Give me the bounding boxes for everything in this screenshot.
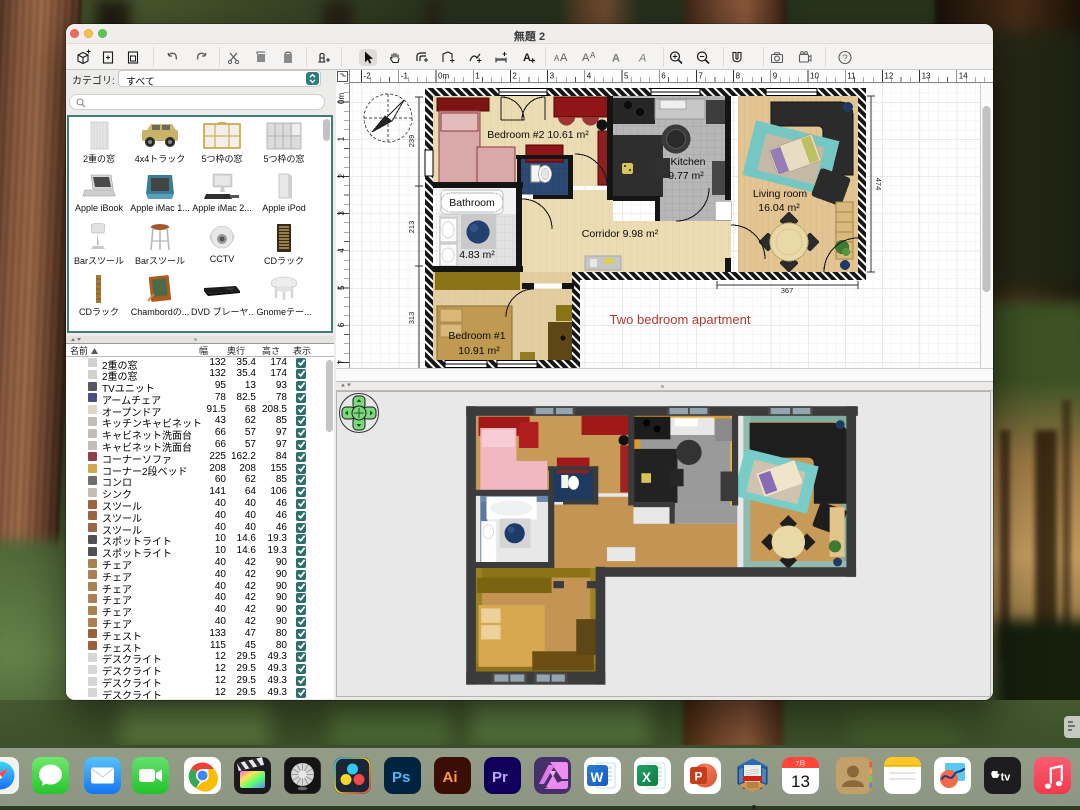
- svg-text:16.04 m²: 16.04 m²: [758, 202, 800, 214]
- svg-text:7: 7: [698, 72, 703, 81]
- svg-text:6: 6: [661, 72, 666, 81]
- svg-text:1: 1: [337, 136, 346, 141]
- svg-text:9: 9: [773, 72, 778, 81]
- svg-text:A: A: [612, 53, 620, 65]
- svg-text:10: 10: [810, 72, 819, 81]
- svg-text:6: 6: [337, 322, 346, 327]
- svg-text:313: 313: [407, 312, 416, 325]
- svg-text:13: 13: [922, 72, 931, 81]
- svg-text:W: W: [591, 770, 604, 785]
- svg-text:Kitchen: Kitchen: [670, 156, 705, 168]
- svg-text:Ps: Ps: [392, 769, 410, 786]
- svg-text:1: 1: [475, 72, 480, 81]
- svg-text:A: A: [560, 52, 568, 64]
- svg-text:A: A: [638, 53, 646, 65]
- svg-text:?: ?: [843, 53, 848, 63]
- svg-text:X: X: [642, 770, 651, 785]
- svg-text:7: 7: [337, 359, 346, 364]
- svg-text:-1: -1: [401, 72, 409, 81]
- svg-text:tv: tv: [1001, 772, 1012, 784]
- svg-text:0m: 0m: [337, 93, 346, 104]
- svg-text:A: A: [582, 52, 590, 64]
- svg-text:Bedroom #1: Bedroom #1: [448, 330, 505, 342]
- svg-text:A: A: [523, 52, 531, 64]
- svg-text:Living room: Living room: [753, 188, 808, 200]
- svg-text:2: 2: [337, 173, 346, 178]
- svg-text:4: 4: [337, 248, 346, 253]
- svg-text:12: 12: [884, 72, 893, 81]
- svg-text:13: 13: [791, 772, 810, 791]
- svg-text:Bedroom #2 10.61 m²: Bedroom #2 10.61 m²: [487, 129, 589, 141]
- svg-text:0m: 0m: [438, 72, 449, 81]
- svg-text:474: 474: [874, 178, 883, 191]
- svg-text:8: 8: [736, 72, 741, 81]
- svg-text:10.91 m²: 10.91 m²: [458, 345, 500, 357]
- svg-text:A: A: [590, 51, 596, 60]
- svg-text:3: 3: [337, 211, 346, 216]
- svg-text:P: P: [695, 770, 703, 784]
- svg-text:Bathroom: Bathroom: [449, 197, 495, 209]
- svg-text:3: 3: [550, 72, 555, 81]
- svg-text:-2: -2: [364, 72, 372, 81]
- svg-text:5: 5: [624, 72, 629, 81]
- svg-text:4: 4: [587, 72, 592, 81]
- svg-text:14: 14: [959, 72, 968, 81]
- svg-text:2: 2: [512, 72, 517, 81]
- svg-text:Ai: Ai: [443, 769, 458, 786]
- svg-text:213: 213: [407, 221, 416, 234]
- svg-text:Corridor 9.98 m²: Corridor 9.98 m²: [582, 228, 659, 240]
- svg-text:Pr: Pr: [492, 769, 508, 786]
- svg-text:9.77 m²: 9.77 m²: [668, 170, 704, 182]
- svg-text:Two bedroom apartment: Two bedroom apartment: [610, 312, 751, 327]
- svg-text:5: 5: [337, 285, 346, 290]
- svg-text:4.83 m²: 4.83 m²: [459, 249, 495, 261]
- svg-text:367: 367: [781, 286, 794, 295]
- svg-text:7月: 7月: [795, 760, 805, 768]
- svg-text:239: 239: [407, 135, 416, 148]
